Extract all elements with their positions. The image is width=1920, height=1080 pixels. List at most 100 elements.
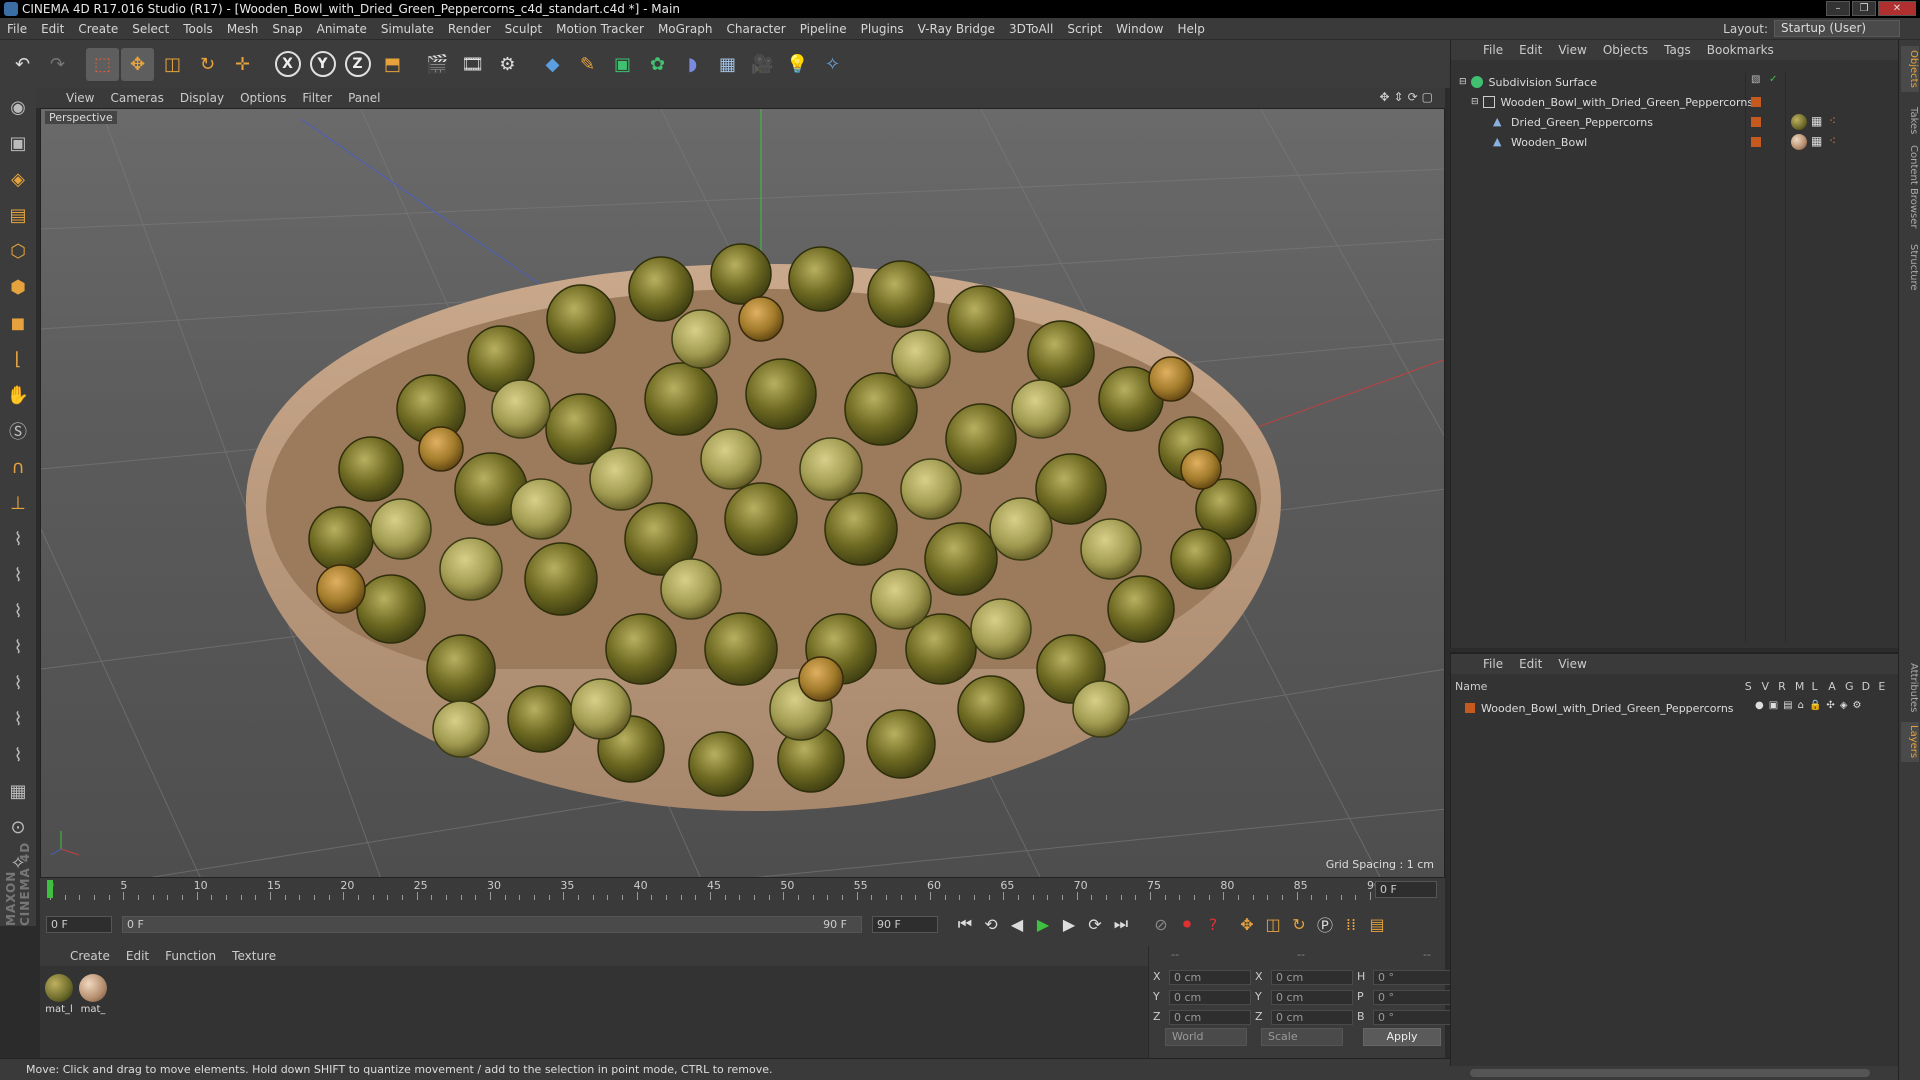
layer-toggles-icons[interactable]: ●▣▤⌂🔒✣◈⚙ bbox=[1755, 700, 1866, 711]
viewport-menu-cameras[interactable]: Cameras bbox=[102, 91, 171, 105]
key-position-icon[interactable]: ✥ bbox=[1234, 911, 1260, 937]
rotate-tool-icon[interactable]: ↻ bbox=[191, 48, 224, 81]
objects-menu-file[interactable]: File bbox=[1475, 43, 1511, 57]
render-view-icon[interactable]: 🎬 bbox=[421, 48, 454, 81]
play-backwards-loop-icon[interactable]: ⟲ bbox=[978, 911, 1004, 937]
workplane-axis-icon[interactable]: ⊥ bbox=[3, 488, 33, 518]
next-frame-icon[interactable]: ▶ bbox=[1056, 911, 1082, 937]
key-pla-icon[interactable]: ⁞⁞ bbox=[1338, 911, 1364, 937]
snap-icon[interactable]: Ⓢ bbox=[3, 416, 33, 446]
menu-select[interactable]: Select bbox=[125, 22, 176, 36]
magnet-icon[interactable]: ∩ bbox=[3, 452, 33, 482]
live-selection-icon[interactable]: ⬚ bbox=[86, 47, 119, 81]
texture-tag-icon[interactable]: ▦ bbox=[1811, 114, 1822, 128]
objects-menu-view[interactable]: View bbox=[1550, 43, 1594, 57]
autokey-icon[interactable]: ? bbox=[1200, 911, 1226, 937]
rotation-h-field[interactable]: 0 ° bbox=[1373, 970, 1455, 985]
objects-menu-edit[interactable]: Edit bbox=[1511, 43, 1550, 57]
menu-mesh[interactable]: Mesh bbox=[220, 22, 266, 36]
axis-mode-icon[interactable]: ⌊ bbox=[3, 344, 33, 374]
object-row-dried-green-peppercorns[interactable]: ▲ Dried_Green_Peppercorns bbox=[1493, 112, 1653, 132]
layer-col-locked[interactable]: L bbox=[1812, 680, 1829, 696]
menu-file[interactable]: File bbox=[0, 22, 34, 36]
viewport-rotate-icon[interactable]: ⟳ bbox=[1408, 90, 1418, 104]
menu-3dtoall[interactable]: 3DToAll bbox=[1002, 22, 1060, 36]
position-y-field[interactable]: 0 cm bbox=[1169, 990, 1251, 1005]
brush-tool-icon[interactable]: ⌇ bbox=[3, 524, 33, 554]
menu-tools[interactable]: Tools bbox=[176, 22, 220, 36]
collapse-icon[interactable]: ⊟ bbox=[1471, 97, 1479, 107]
position-x-field[interactable]: 0 cm bbox=[1169, 970, 1251, 985]
material-menu-edit[interactable]: Edit bbox=[118, 949, 157, 963]
tweak-mode-icon[interactable]: ✋ bbox=[3, 380, 33, 410]
menu-character[interactable]: Character bbox=[719, 22, 792, 36]
viewport-menu-display[interactable]: Display bbox=[172, 91, 232, 105]
size-z-field[interactable]: 0 cm bbox=[1271, 1010, 1353, 1025]
menu-help[interactable]: Help bbox=[1170, 22, 1211, 36]
viewport-camera-label[interactable]: Perspective bbox=[45, 111, 117, 124]
layer-col-animation[interactable]: A bbox=[1828, 680, 1845, 696]
scrollbar-thumb[interactable] bbox=[1470, 1069, 1870, 1077]
python-icon[interactable]: ✧ bbox=[816, 48, 849, 81]
object-row-subdivision-surface[interactable]: ⊟ Subdivision Surface bbox=[1459, 72, 1597, 92]
vertex-tag-icon[interactable]: ⁖ bbox=[1829, 134, 1836, 148]
current-frame-field[interactable]: 0 F bbox=[1375, 881, 1437, 898]
sculpt-inflate-icon[interactable]: ⌇ bbox=[3, 668, 33, 698]
layer-col-visible[interactable]: V bbox=[1761, 680, 1778, 696]
tab-layers[interactable]: Layers bbox=[1901, 722, 1919, 762]
layout-select[interactable]: Startup (User) bbox=[1774, 20, 1900, 37]
material-tag-bowl[interactable] bbox=[1791, 134, 1807, 150]
texture-tag-icon[interactable]: ▦ bbox=[1811, 134, 1822, 148]
menu-script[interactable]: Script bbox=[1060, 22, 1109, 36]
layer-toggle-icon[interactable]: ▧ bbox=[1751, 74, 1760, 85]
object-row-wooden-bowl[interactable]: ▲ Wooden_Bowl bbox=[1493, 132, 1587, 152]
points-mode-icon[interactable]: ⬡ bbox=[3, 236, 33, 266]
material-swatch[interactable]: mat_l bbox=[44, 974, 74, 1015]
menu-simulate[interactable]: Simulate bbox=[374, 22, 441, 36]
layers-menu-edit[interactable]: Edit bbox=[1511, 657, 1550, 671]
render-picture-viewer-icon[interactable]: 🎞 bbox=[456, 48, 489, 81]
go-to-end-icon[interactable]: ⏭ bbox=[1108, 911, 1134, 937]
edges-mode-icon[interactable]: ⬢ bbox=[3, 272, 33, 302]
coordinate-mode-select[interactable]: World bbox=[1165, 1028, 1247, 1046]
objects-menu-tags[interactable]: Tags bbox=[1656, 43, 1699, 57]
layer-horizontal-scrollbar[interactable] bbox=[1450, 1066, 1898, 1080]
transform-tool-icon[interactable]: ✛ bbox=[226, 48, 259, 81]
go-to-start-icon[interactable]: ⏮ bbox=[952, 911, 978, 937]
spline-pen-icon[interactable]: ✎ bbox=[571, 48, 604, 81]
tab-objects[interactable]: Objects bbox=[1901, 46, 1919, 92]
mograph-cloner-icon[interactable]: ✿ bbox=[641, 48, 674, 81]
checkerboard-lock-icon[interactable]: ▦ bbox=[3, 776, 33, 806]
enabled-check-icon[interactable]: ✓ bbox=[1769, 74, 1777, 85]
material-menu-texture[interactable]: Texture bbox=[224, 949, 284, 963]
material-menu-create[interactable]: Create bbox=[62, 949, 118, 963]
menu-animate[interactable]: Animate bbox=[310, 22, 374, 36]
menu-motion-tracker[interactable]: Motion Tracker bbox=[549, 22, 651, 36]
z-axis-lock-button[interactable]: Z bbox=[341, 48, 374, 81]
frame-range-slider[interactable]: 0 F 90 F bbox=[122, 915, 862, 933]
sculpt-grab-icon[interactable]: ⌇ bbox=[3, 632, 33, 662]
sculpt-pull-icon[interactable]: ⌇ bbox=[3, 560, 33, 590]
coordinate-system-icon[interactable]: ⬒ bbox=[376, 48, 409, 81]
key-scale-icon[interactable]: ◫ bbox=[1260, 911, 1286, 937]
viewport-menu-options[interactable]: Options bbox=[232, 91, 294, 105]
close-button[interactable]: ✕ bbox=[1878, 1, 1916, 16]
menu-window[interactable]: Window bbox=[1109, 22, 1170, 36]
collapse-icon[interactable]: ⊟ bbox=[1459, 77, 1467, 87]
texture-mode-icon[interactable]: ◈ bbox=[3, 164, 33, 194]
make-editable-icon[interactable]: ◉ bbox=[3, 92, 33, 122]
objects-menu-objects[interactable]: Objects bbox=[1595, 43, 1656, 57]
polygons-mode-icon[interactable]: ◼ bbox=[3, 308, 33, 338]
x-axis-lock-button[interactable]: X bbox=[271, 48, 304, 81]
rotation-b-field[interactable]: 0 ° bbox=[1373, 1010, 1455, 1025]
layer-col-render[interactable]: R bbox=[1778, 680, 1795, 696]
sculpt-pinch-icon[interactable]: ⌇ bbox=[3, 740, 33, 770]
y-axis-lock-button[interactable]: Y bbox=[306, 48, 339, 81]
material-swatch[interactable]: mat_ bbox=[78, 974, 108, 1015]
menu-snap[interactable]: Snap bbox=[265, 22, 309, 36]
workplane-icon[interactable]: ▤ bbox=[3, 200, 33, 230]
viewport-menu-filter[interactable]: Filter bbox=[294, 91, 340, 105]
object-row-wooden-bowl-group[interactable]: ⊟ Wooden_Bowl_with_Dried_Green_Peppercor… bbox=[1471, 92, 1753, 112]
rotation-p-field[interactable]: 0 ° bbox=[1373, 990, 1455, 1005]
3d-viewport[interactable]: Perspective Grid Spacing : 1 cm bbox=[40, 108, 1445, 878]
